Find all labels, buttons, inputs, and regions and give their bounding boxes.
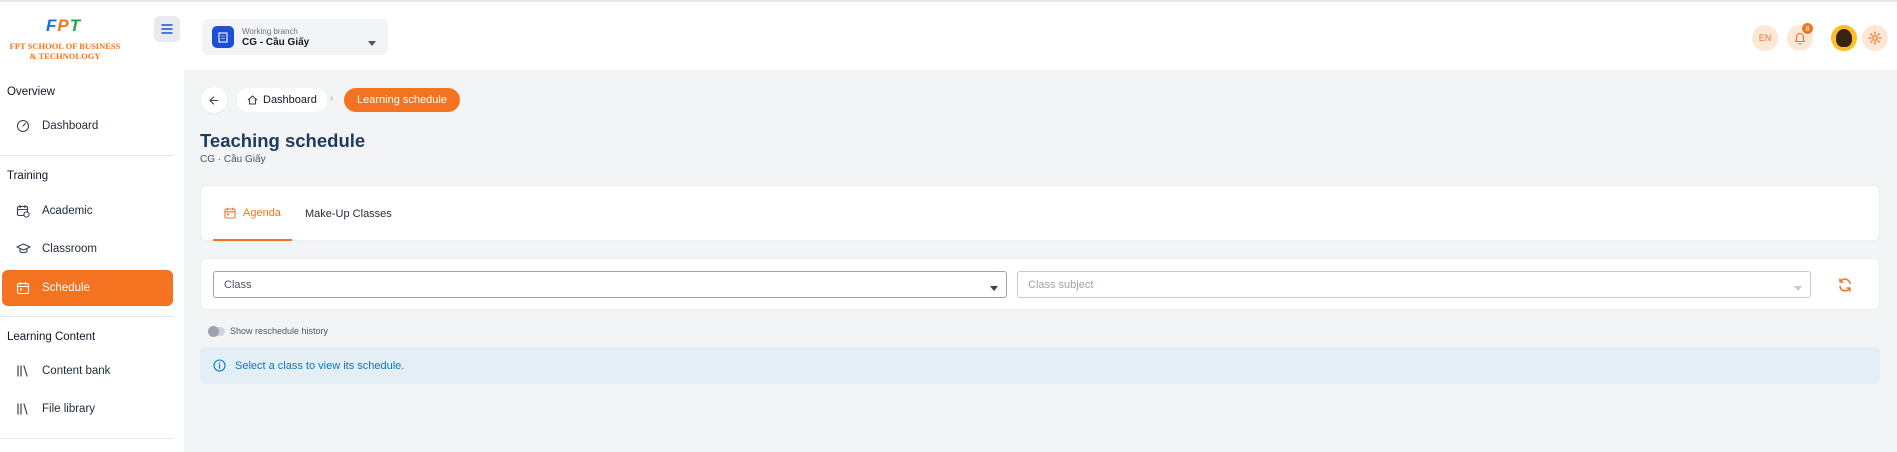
breadcrumb-home-label: Dashboard <box>263 94 317 106</box>
calendar-icon <box>224 207 236 219</box>
sidebar-item-content-bank[interactable]: Content bank <box>2 353 173 389</box>
sidebar-item-academic[interactable]: Academic <box>2 193 173 229</box>
tab-make-up-classes[interactable]: Make-Up Classes <box>305 186 392 241</box>
graduation-cap-icon <box>14 240 32 258</box>
chevron-down-icon <box>1794 282 1802 294</box>
building-icon <box>212 26 234 48</box>
page-title: Teaching schedule <box>200 130 366 151</box>
info-alert: Select a class to view its schedule. <box>200 347 1880 384</box>
section-title-overview: Overview <box>7 86 55 98</box>
section-title-learning-content: Learning Content <box>7 331 96 343</box>
class-select[interactable]: Class <box>213 271 1007 298</box>
branch-selector[interactable]: Working branch CG - Cầu Giấy <box>202 19 388 55</box>
back-button[interactable] <box>201 87 227 113</box>
library-icon <box>14 400 32 418</box>
sidebar-divider <box>0 316 173 317</box>
library-icon <box>14 362 32 380</box>
calendar-icon <box>14 279 32 297</box>
class-subject-select-placeholder: Class subject <box>1028 278 1094 291</box>
avatar[interactable] <box>1831 25 1857 51</box>
chevron-down-icon <box>368 33 376 51</box>
sidebar-item-label: File library <box>42 403 96 415</box>
settings-button[interactable] <box>1862 25 1888 51</box>
sidebar-divider <box>0 438 173 439</box>
gauge-icon <box>14 117 32 135</box>
sidebar-divider <box>0 155 173 156</box>
sidebar: FPT FPT SCHOOL OF BUSINESS & TECHNOLOGY O… <box>0 0 184 452</box>
home-icon <box>247 95 258 105</box>
breadcrumb-current: Learning schedule <box>344 88 460 112</box>
branch-value: CG - Cầu Giấy <box>242 36 310 48</box>
fpt-logo-mark: FPT <box>46 16 82 35</box>
hamburger-icon <box>161 24 173 34</box>
sidebar-item-classroom[interactable]: Classroom <box>2 231 173 267</box>
sidebar-item-schedule[interactable]: Schedule <box>2 270 173 306</box>
tabs-card: Agenda Make-Up Classes <box>200 185 1880 241</box>
sidebar-item-label: Dashboard <box>42 120 99 132</box>
avatar-image <box>1836 29 1852 47</box>
breadcrumb-separator: › <box>330 93 334 104</box>
class-subject-select[interactable]: Class subject <box>1017 271 1811 298</box>
calendar-clock-icon <box>14 202 32 220</box>
logo-text: FPT SCHOOL OF BUSINESS & TECHNOLOGY <box>9 41 121 61</box>
topbar: Working branch CG - Cầu Giấy EN 8 <box>184 0 1897 70</box>
breadcrumb-dashboard[interactable]: Dashboard <box>237 88 327 112</box>
menu-toggle-button[interactable] <box>154 16 180 42</box>
branch-label: Working branch <box>242 26 298 36</box>
reschedule-history-toggle-row: Show reschedule history <box>208 325 329 337</box>
tab-agenda[interactable]: Agenda <box>213 186 292 241</box>
page-subtitle: CG · Cầu Giấy <box>200 154 266 165</box>
sidebar-item-file-library[interactable]: File library <box>2 391 173 427</box>
tab-label: Make-Up Classes <box>305 207 392 220</box>
refresh-icon <box>1839 278 1851 292</box>
sidebar-item-label: Classroom <box>42 243 97 255</box>
toggle-label: Show reschedule history <box>230 326 329 336</box>
refresh-button[interactable] <box>1831 271 1859 299</box>
tab-label: Agenda <box>243 206 281 219</box>
section-title-training: Training <box>7 170 49 182</box>
info-icon <box>213 359 226 372</box>
alert-text: Select a class to view its schedule. <box>235 359 405 372</box>
class-select-placeholder: Class <box>224 278 252 291</box>
arrow-left-icon <box>209 95 219 105</box>
gear-icon <box>1868 31 1882 45</box>
sidebar-item-label: Content bank <box>42 365 111 377</box>
notification-badge: 8 <box>1801 22 1814 35</box>
sidebar-item-label: Schedule <box>42 282 90 294</box>
chevron-down-icon <box>990 282 998 294</box>
language-switcher[interactable]: EN <box>1752 25 1778 51</box>
sidebar-item-label: Academic <box>42 205 93 217</box>
sidebar-item-dashboard[interactable]: Dashboard <box>2 108 173 144</box>
filter-card: Class Class subject <box>200 258 1880 310</box>
reschedule-history-toggle[interactable] <box>208 325 225 337</box>
fpt-logo[interactable]: FPT FPT SCHOOL OF BUSINESS & TECHNOLOGY <box>6 14 124 62</box>
